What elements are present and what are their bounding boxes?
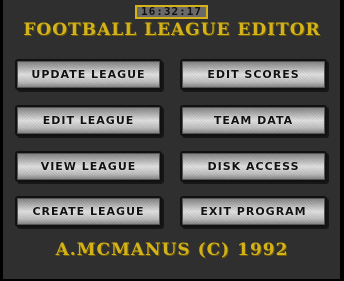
editor-screen: 16:32:17 FOOTBALL LEAGUE EDITOR UPDATE L… — [0, 0, 344, 281]
exit-program-button[interactable]: EXIT PROGRAM — [180, 196, 327, 227]
disk-access-button[interactable]: DISK ACCESS — [180, 151, 327, 182]
app-title: FOOTBALL LEAGUE EDITOR — [23, 20, 321, 40]
create-league-button[interactable]: CREATE LEAGUE — [15, 196, 162, 227]
copyright-footer: A.MCMANUS (C) 1992 — [55, 240, 289, 260]
screen-border-right — [340, 0, 344, 281]
clock-display: 16:32:17 — [135, 5, 208, 19]
edit-scores-button[interactable]: EDIT SCORES — [180, 59, 327, 90]
view-league-button[interactable]: VIEW LEAGUE — [15, 151, 162, 182]
edit-league-button[interactable]: EDIT LEAGUE — [15, 105, 162, 136]
update-league-button[interactable]: UPDATE LEAGUE — [15, 59, 162, 90]
team-data-button[interactable]: TEAM DATA — [180, 105, 327, 136]
screen-border-left — [0, 0, 3, 281]
